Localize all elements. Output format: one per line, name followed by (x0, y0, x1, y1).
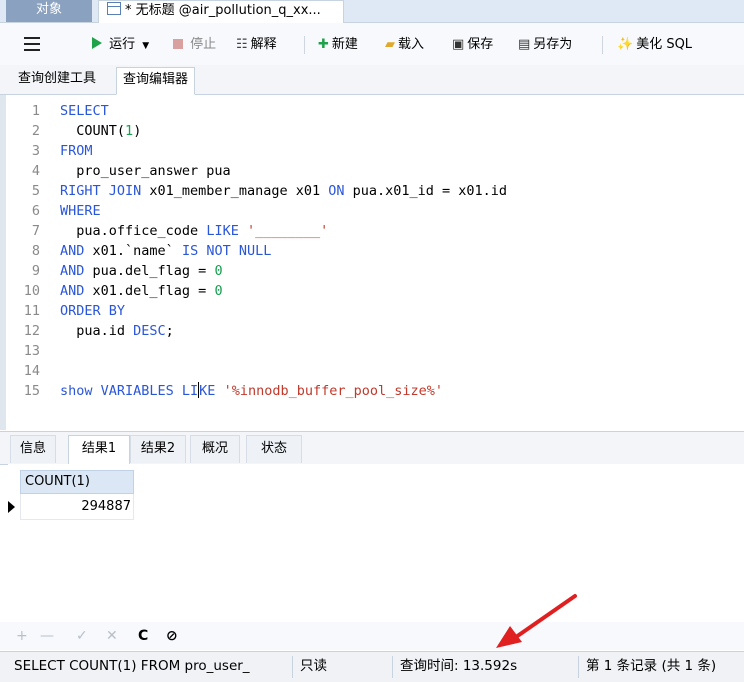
code-line: 3 FROM (31, 143, 93, 159)
tab-info[interactable]: 信息 (10, 435, 56, 463)
save-as-icon: ▤ (518, 37, 531, 52)
query-toolbar: 运行 ▼ 停止 ☷ 解释 ✚ 新建 ▰ 载入 ▣ 保存 ▤ 另存为 ✨ 美化 SQL (0, 23, 744, 65)
code-line: 7 pua.office_code LIKE '________' (31, 223, 329, 239)
add-record-icon[interactable]: + (16, 627, 28, 645)
load-label: 载入 (398, 37, 425, 52)
code-line: 1 SELECT (31, 103, 109, 119)
code-line: 4 pro_user_answer pua (31, 163, 231, 179)
code-line: 2 COUNT(1) (31, 123, 142, 139)
code-line: 11 ORDER BY (23, 303, 126, 319)
result-grid[interactable]: COUNT(1) 294887 (8, 464, 744, 622)
folder-icon: ▰ (385, 37, 395, 52)
new-label: 新建 (331, 37, 358, 52)
stop-label: 停止 (190, 37, 217, 52)
save-label: 保存 (467, 37, 494, 52)
code-line: 8 AND x01.`name` IS NOT NULL (31, 243, 272, 259)
stop-icon[interactable]: ⊘ (166, 627, 178, 645)
explain-icon: ☷ (236, 37, 248, 52)
explain-label: 解释 (250, 37, 277, 52)
run-button[interactable]: 运行 ▼ (92, 35, 149, 55)
status-query-time: 查询时间: 13.592s (400, 658, 518, 674)
stop-icon (173, 39, 183, 49)
tab-status[interactable]: 状态 (246, 435, 302, 463)
code-line: 12 pua.id DESC; (23, 323, 174, 339)
delete-record-icon[interactable]: — (40, 627, 54, 645)
window-tab-bar: 对象 * 无标题 @air_pollution_q_xx... (0, 0, 744, 23)
menu-icon[interactable] (24, 37, 40, 51)
status-readonly: 只读 (300, 658, 327, 674)
new-button[interactable]: ✚ 新建 (318, 35, 358, 55)
status-divider (292, 656, 293, 678)
status-divider (392, 656, 393, 678)
chevron-down-icon[interactable]: ▼ (142, 41, 149, 51)
table-icon (107, 2, 121, 15)
new-icon: ✚ (318, 37, 329, 52)
apply-changes-icon[interactable]: ✓ (76, 627, 88, 645)
row-pointer-icon (8, 501, 15, 513)
grid-cell[interactable]: 294887 (20, 494, 134, 520)
explain-button[interactable]: ☷ 解释 (236, 35, 277, 55)
save-as-label: 另存为 (533, 37, 573, 52)
tab-query-label: * 无标题 @air_pollution_q_xx... (125, 3, 321, 18)
code-line: 9 AND pua.del_flag = 0 (31, 263, 223, 279)
magic-wand-icon: ✨ (617, 37, 634, 52)
tab-result1[interactable]: 结果1 (68, 435, 130, 465)
tab-query-editor[interactable]: 查询编辑器 (116, 67, 196, 95)
save-button[interactable]: ▣ 保存 (452, 35, 493, 55)
column-header[interactable]: COUNT(1) (20, 470, 134, 494)
tab-result2[interactable]: 结果2 (130, 435, 186, 463)
code-line: 6 WHERE (31, 203, 101, 219)
status-bar: SELECT COUNT(1) FROM pro_user_ 只读 查询时间: … (0, 651, 744, 682)
beautify-label: 美化 SQL (636, 37, 693, 52)
grid-toolbar: + — ✓ ✕ C ⊘ (0, 622, 744, 650)
stop-button[interactable]: 停止 (173, 35, 216, 55)
run-label: 运行 (109, 37, 136, 52)
save-icon: ▣ (452, 37, 465, 52)
tab-profile[interactable]: 概况 (190, 435, 240, 463)
tab-query[interactable]: * 无标题 @air_pollution_q_xx... (98, 0, 344, 23)
discard-changes-icon[interactable]: ✕ (106, 627, 118, 645)
toolbar-divider (602, 36, 603, 54)
toolbar-divider (304, 36, 305, 54)
tab-query-builder[interactable]: 查询创建工具 (12, 67, 102, 93)
editor-mode-tabs: 查询创建工具 查询编辑器 (0, 65, 744, 95)
code-line: 5 RIGHT JOIN x01_member_manage x01 ON pua… (31, 183, 508, 199)
tab-objects[interactable]: 对象 (6, 0, 92, 22)
beautify-sql-button[interactable]: ✨ 美化 SQL (617, 35, 692, 55)
code-line: 15 show VARIABLES LIKE '%innodb_buffer_po… (23, 382, 444, 399)
code-line: 13 (23, 343, 40, 359)
save-as-button[interactable]: ▤ 另存为 (518, 35, 572, 55)
play-icon (92, 37, 102, 49)
status-divider (578, 656, 579, 678)
status-record-count: 第 1 条记录 (共 1 条) (586, 658, 717, 674)
sql-editor[interactable]: 1 SELECT 2 COUNT(1) 3 FROM 4 pro_user_answ… (0, 95, 744, 430)
code-line: 10 AND x01.del_flag = 0 (23, 283, 223, 299)
code-line: 14 (23, 363, 40, 379)
result-tabs: 信息 结果1 结果2 概况 状态 (0, 431, 744, 465)
status-sql: SELECT COUNT(1) FROM pro_user_ (14, 658, 250, 674)
refresh-icon[interactable]: C (138, 627, 148, 645)
load-button[interactable]: ▰ 载入 (385, 35, 424, 55)
